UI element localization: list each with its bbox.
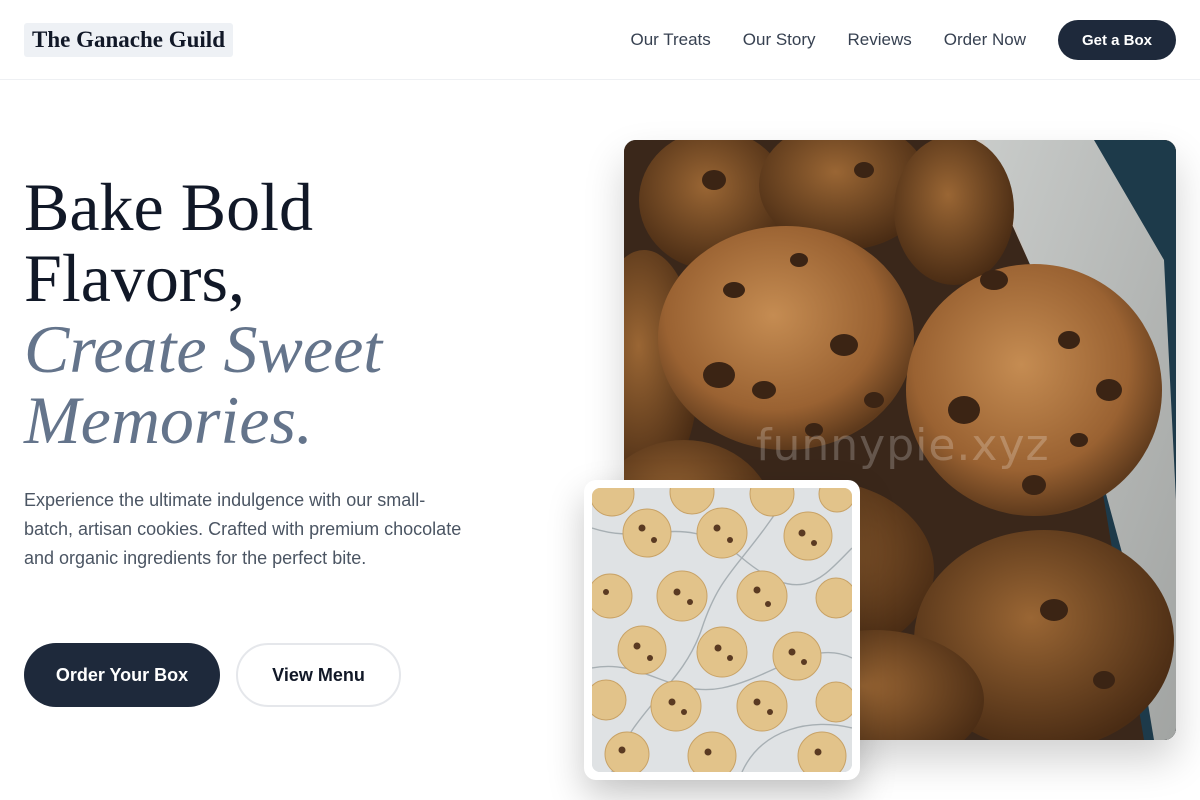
hero-inset-image: [584, 480, 860, 780]
nav-link-reviews[interactable]: Reviews: [848, 30, 912, 50]
get-a-box-button[interactable]: Get a Box: [1057, 20, 1176, 60]
brand-logo[interactable]: The Ganache Guild: [24, 23, 233, 57]
headline-accent-line-1: Create Sweet: [24, 311, 383, 387]
inset-image-frame: [592, 488, 852, 772]
nav-link-our-story[interactable]: Our Story: [743, 30, 816, 50]
site-header: The Ganache Guild Our Treats Our Story R…: [0, 0, 1200, 80]
view-menu-button[interactable]: View Menu: [236, 643, 401, 707]
nav-link-order-now[interactable]: Order Now: [944, 30, 1026, 50]
marble-cookies-illustration: [592, 488, 852, 772]
headline-accent-line-2: Memories.: [24, 382, 313, 458]
nav-link-our-treats[interactable]: Our Treats: [630, 30, 710, 50]
order-your-box-button[interactable]: Order Your Box: [24, 643, 220, 707]
headline-line-1: Bake Bold: [24, 169, 313, 245]
main-nav: Our Treats Our Story Reviews Order Now G…: [630, 0, 1176, 80]
headline-line-2: Flavors,: [24, 240, 245, 316]
hero-headline: Bake Bold Flavors, Create Sweet Memories…: [24, 172, 544, 456]
hero-description: Experience the ultimate indulgence with …: [24, 490, 462, 568]
